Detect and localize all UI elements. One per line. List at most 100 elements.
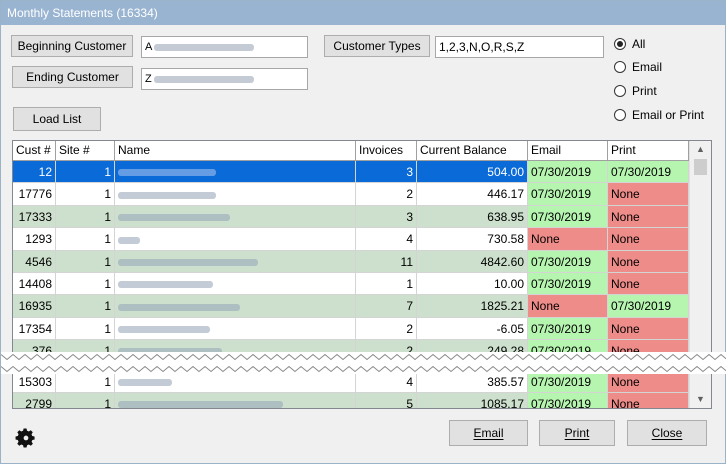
scroll-up-icon[interactable]: ▲ xyxy=(690,141,711,158)
beginning-customer-field[interactable]: A xyxy=(141,36,308,58)
cell-invoices: 4 xyxy=(356,370,417,392)
table-row[interactable]: 17333 1 3 638.95 07/30/2019 None xyxy=(13,205,689,229)
cell-name xyxy=(115,317,356,340)
cell-invoices: 4 xyxy=(356,228,417,250)
ending-customer-button[interactable]: Ending Customer xyxy=(12,66,133,88)
table-row[interactable]: 12 1 3 504.00 07/30/2019 07/30/2019 xyxy=(13,161,689,184)
radio-all-label: All xyxy=(632,37,646,51)
radio-print-label: Print xyxy=(632,84,657,98)
table-row[interactable]: 2799 1 5 1085.17 07/30/2019 None xyxy=(13,392,689,408)
window-title: Monthly Statements (16334) xyxy=(1,1,725,25)
cell-print: None xyxy=(608,250,689,272)
cell-site: 1 xyxy=(56,228,115,250)
radio-all[interactable]: All xyxy=(614,37,645,51)
cell-print: None xyxy=(608,272,689,295)
redacted-name xyxy=(154,43,255,51)
cell-email: 07/30/2019 xyxy=(528,272,608,295)
redacted-name xyxy=(118,348,222,356)
radio-dot-email xyxy=(614,61,626,73)
cell-name xyxy=(115,161,356,183)
scroll-down-icon[interactable]: ▼ xyxy=(690,391,711,408)
cell-site: 1 xyxy=(56,340,115,362)
cell-invoices: 3 xyxy=(356,161,417,183)
cell-email: None xyxy=(528,228,608,250)
cell-cust: 16935 xyxy=(13,295,56,317)
cell-cust: 15303 xyxy=(13,370,56,392)
table-row[interactable]: 15303 1 4 385.57 07/30/2019 None xyxy=(13,370,689,393)
cell-name xyxy=(115,340,356,362)
ending-customer-value: Z xyxy=(145,73,152,85)
radio-email[interactable]: Email xyxy=(614,60,662,74)
table-row[interactable]: 14408 1 1 10.00 07/30/2019 None xyxy=(13,272,689,296)
cell-print: None xyxy=(608,317,689,340)
email-button-label: Email xyxy=(473,426,504,440)
email-button[interactable]: Email xyxy=(449,420,528,446)
cell-invoices: 2 xyxy=(356,317,417,340)
table-row[interactable]: 17776 1 2 446.17 07/30/2019 None xyxy=(13,183,689,206)
cell-site: 1 xyxy=(56,317,115,340)
scroll-thumb[interactable] xyxy=(694,159,707,175)
cell-name xyxy=(115,272,356,295)
cell-print: None xyxy=(608,392,689,408)
cell-site: 1 xyxy=(56,161,115,183)
cell-invoices: 7 xyxy=(356,295,417,317)
col-current-balance[interactable]: Current Balance xyxy=(417,141,528,160)
redacted-name xyxy=(118,303,240,311)
cell-name xyxy=(115,392,356,408)
cell-site: 1 xyxy=(56,250,115,272)
cell-email: 07/30/2019 xyxy=(528,183,608,205)
col-cust[interactable]: Cust # xyxy=(13,141,56,160)
cell-name xyxy=(115,370,356,392)
table-body: 12 1 3 504.00 07/30/2019 07/30/2019 17776 1 2 446… xyxy=(13,161,689,408)
settings-gear-icon[interactable] xyxy=(15,427,37,449)
cell-name xyxy=(115,205,356,228)
cell-print: None xyxy=(608,183,689,205)
cell-email: 07/30/2019 xyxy=(528,340,608,362)
col-email[interactable]: Email xyxy=(528,141,608,160)
cell-email: 07/30/2019 xyxy=(528,392,608,408)
cell-cust: 376 xyxy=(13,340,56,362)
cell-cust: 17776 xyxy=(13,183,56,205)
cell-balance: 385.57 xyxy=(417,370,528,392)
beginning-customer-button[interactable]: Beginning Customer xyxy=(11,35,133,57)
beginning-customer-value: A xyxy=(145,41,153,53)
cell-site: 1 xyxy=(56,272,115,295)
load-list-button[interactable]: Load List xyxy=(13,107,101,131)
cell-email: 07/30/2019 xyxy=(528,250,608,272)
radio-print[interactable]: Print xyxy=(614,84,657,98)
radio-dot-print xyxy=(614,85,626,97)
redacted-name xyxy=(118,378,172,386)
cell-name xyxy=(115,250,356,272)
cell-cust: 1293 xyxy=(13,228,56,250)
customer-types-field[interactable]: 1,2,3,N,O,R,S,Z xyxy=(435,36,604,58)
vertical-scrollbar[interactable]: ▲ ▼ xyxy=(689,141,711,408)
ending-customer-field[interactable]: Z xyxy=(141,68,308,90)
table-row[interactable]: 16935 1 7 1825.21 None 07/30/2019 xyxy=(13,295,689,318)
table-row[interactable]: 376 1 2 249.28 07/30/2019 None xyxy=(13,340,689,363)
redacted-name xyxy=(118,236,140,244)
customer-types-button[interactable]: Customer Types xyxy=(324,35,430,57)
radio-email-or-print[interactable]: Email or Print xyxy=(614,108,704,122)
cell-invoices: 11 xyxy=(356,250,417,272)
print-button-label: Print xyxy=(564,426,590,440)
table-row[interactable]: 4546 1 11 4842.60 07/30/2019 None xyxy=(13,250,689,273)
cell-cust: 12 xyxy=(13,161,56,183)
cell-cust: 17354 xyxy=(13,317,56,340)
col-site[interactable]: Site # xyxy=(56,141,115,160)
cell-invoices: 3 xyxy=(356,205,417,228)
cell-balance: 1825.21 xyxy=(417,295,528,317)
redacted-name xyxy=(118,169,216,177)
redacted-name xyxy=(118,401,283,408)
col-print[interactable]: Print xyxy=(608,141,689,160)
cell-invoices: 1 xyxy=(356,272,417,295)
cell-email: 07/30/2019 xyxy=(528,370,608,392)
table-row[interactable]: 17354 1 2 -6.05 07/30/2019 None xyxy=(13,317,689,341)
cell-cust: 14408 xyxy=(13,272,56,295)
table-row[interactable]: 1293 1 4 730.58 None None xyxy=(13,228,689,251)
print-button[interactable]: Print xyxy=(539,420,615,446)
col-invoices[interactable]: Invoices xyxy=(356,141,417,160)
col-name[interactable]: Name xyxy=(115,141,356,160)
cell-name xyxy=(115,295,356,317)
close-button[interactable]: Close xyxy=(627,420,707,446)
cell-print: 07/30/2019 xyxy=(608,295,689,317)
